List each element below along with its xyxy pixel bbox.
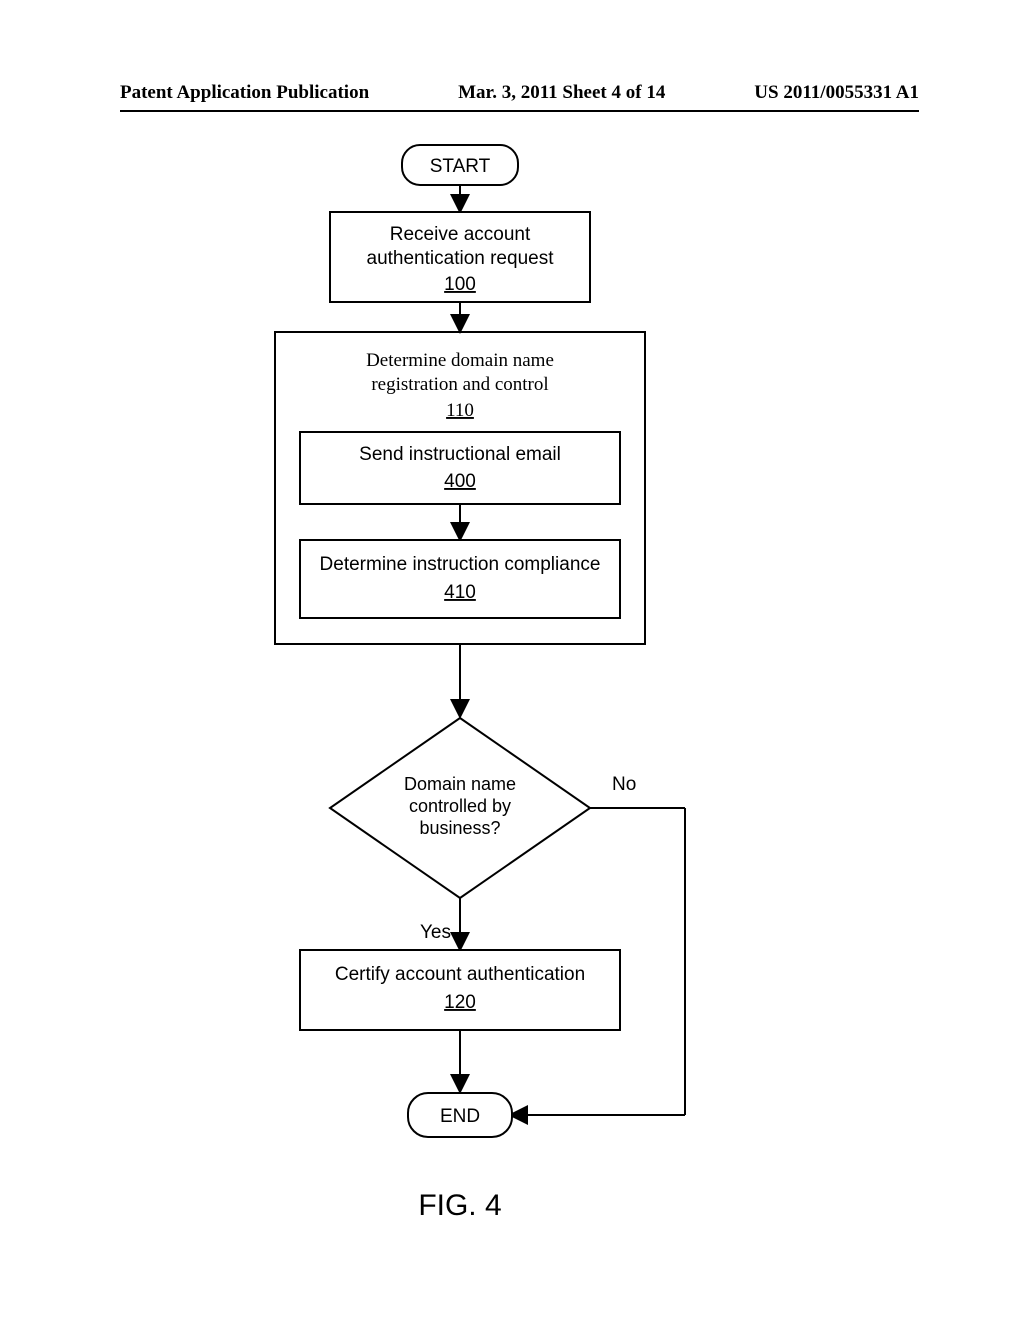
step-400: Send instructional email 400 bbox=[300, 432, 620, 504]
step-120-line1: Certify account authentication bbox=[335, 964, 585, 985]
header-center: Mar. 3, 2011 Sheet 4 of 14 bbox=[369, 82, 754, 104]
yes-label: Yes bbox=[420, 922, 451, 943]
step-100: Receive account authentication request 1… bbox=[330, 212, 590, 302]
decision-line3: business? bbox=[419, 818, 500, 838]
decision-line2: controlled by bbox=[409, 796, 511, 816]
step-110-line1: Determine domain name bbox=[366, 350, 554, 371]
step-410-line1: Determine instruction compliance bbox=[320, 554, 601, 575]
step-410-ref: 410 bbox=[444, 582, 476, 603]
end-node: END bbox=[408, 1093, 512, 1137]
step-400-ref: 400 bbox=[444, 471, 476, 492]
step-110-line2: registration and control bbox=[371, 374, 548, 395]
decision-node: Domain name controlled by business? bbox=[330, 718, 590, 898]
header-right: US 2011/0055331 A1 bbox=[754, 82, 919, 104]
header-left: Patent Application Publication bbox=[120, 82, 369, 104]
step-410: Determine instruction compliance 410 bbox=[300, 540, 620, 618]
step-100-line1: Receive account bbox=[390, 224, 531, 245]
decision-line1: Domain name bbox=[404, 774, 516, 794]
step-110-ref: 110 bbox=[446, 400, 474, 421]
start-label: START bbox=[430, 156, 491, 177]
step-120: Certify account authentication 120 bbox=[300, 950, 620, 1030]
figure-label: FIG. 4 bbox=[418, 1189, 501, 1222]
step-400-line1: Send instructional email bbox=[359, 444, 561, 465]
step-120-ref: 120 bbox=[444, 992, 476, 1013]
flowchart: START Receive account authentication req… bbox=[0, 130, 1024, 1280]
start-node: START bbox=[402, 145, 518, 185]
end-label: END bbox=[440, 1106, 480, 1127]
page-header: Patent Application Publication Mar. 3, 2… bbox=[120, 82, 919, 112]
no-label: No bbox=[612, 774, 636, 795]
step-100-ref: 100 bbox=[444, 274, 476, 295]
step-100-line2: authentication request bbox=[367, 248, 555, 269]
